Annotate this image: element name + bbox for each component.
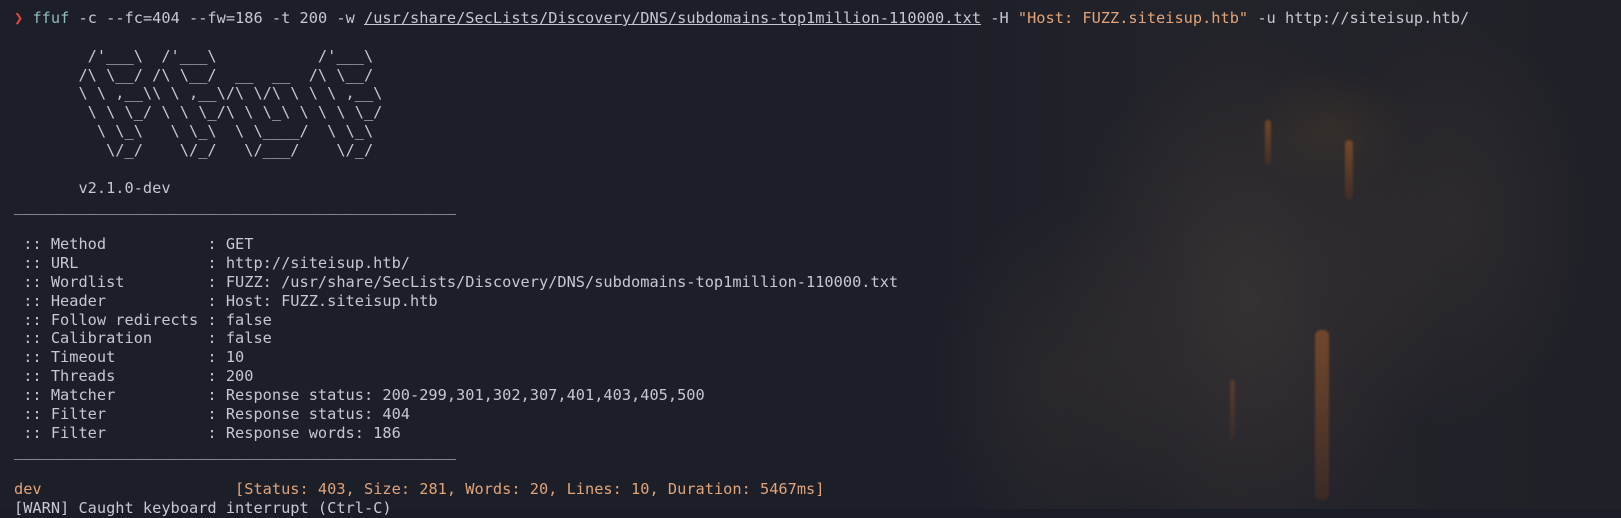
- divider: ________________________________________…: [14, 197, 457, 216]
- partial-line: [WARN] Caught keyboard interrupt (Ctrl-C…: [14, 498, 392, 517]
- config-line: :: Calibration : false: [14, 329, 272, 348]
- result-word: dev: [14, 480, 42, 499]
- terminal-output: ❯ ffuf -c --fc=404 --fw=186 -t 200 -w /u…: [14, 9, 1621, 518]
- banner-line: \ \ ,__\\ \ ,__\/\ \/\ \ \ \ ,__\: [14, 84, 383, 103]
- config-line: :: Filter : Response status: 404: [14, 404, 411, 423]
- version-line: v2.1.0-dev: [14, 178, 171, 197]
- command-args: -H: [981, 9, 1018, 27]
- banner-line: [14, 160, 1621, 179]
- config-line: :: Matcher : Response status: 200-299,30…: [14, 385, 705, 404]
- command-program: ffuf: [32, 9, 70, 27]
- wordlist-path-link[interactable]: /usr/share/SecLists/Discovery/DNS/subdom…: [364, 9, 981, 27]
- ffuf-banner: /'___\ /'___\ /'___\ /\ \__/ /\ \__/ __ …: [14, 28, 1621, 235]
- config-line: :: Wordlist : FUZZ: /usr/share/SecLists/…: [14, 272, 899, 291]
- result-padding: [42, 480, 235, 498]
- config-block: :: Method : GET :: URL : http://siteisup…: [14, 235, 1621, 480]
- banner-line: [14, 216, 1621, 235]
- banner-line: \ \ \_/ \ \ \_/\ \ \_\ \ \ \ \_/: [14, 103, 383, 122]
- config-line: :: Method : GET: [14, 235, 254, 254]
- config-line: :: Follow redirects : false: [14, 310, 272, 329]
- banner-line: [14, 28, 1621, 47]
- config-line: [14, 461, 1621, 480]
- command-args: -c --fc=404 --fw=186 -t 200 -w: [69, 9, 364, 27]
- config-line: :: Filter : Response words: 186: [14, 423, 401, 442]
- result-row: dev [Status: 403, Size: 281, Words: 20, …: [14, 480, 1621, 499]
- result-meta: [Status: 403, Size: 281, Words: 20, Line…: [235, 480, 825, 499]
- config-line: :: Timeout : 10: [14, 348, 245, 367]
- config-line: :: Header : Host: FUZZ.siteisup.htb: [14, 291, 438, 310]
- header-string: "Host: FUZZ.siteisup.htb": [1017, 9, 1249, 27]
- prompt-chevron-icon: ❯: [14, 9, 24, 27]
- divider: ________________________________________…: [14, 442, 457, 461]
- command-line[interactable]: ❯ ffuf -c --fc=404 --fw=186 -t 200 -w /u…: [14, 9, 1621, 28]
- banner-line: /'___\ /'___\ /'___\: [14, 46, 374, 65]
- config-line: :: URL : http://siteisup.htb/: [14, 253, 411, 272]
- command-args: -u http://siteisup.htb/: [1248, 9, 1470, 27]
- banner-line: \/_/ \/_/ \/___/ \/_/: [14, 140, 374, 159]
- banner-line: /\ \__/ /\ \__/ __ __ /\ \__/: [14, 65, 374, 84]
- config-line: :: Threads : 200: [14, 367, 254, 386]
- banner-line: \ \_\ \ \_\ \ \____/ \ \_\: [14, 122, 374, 141]
